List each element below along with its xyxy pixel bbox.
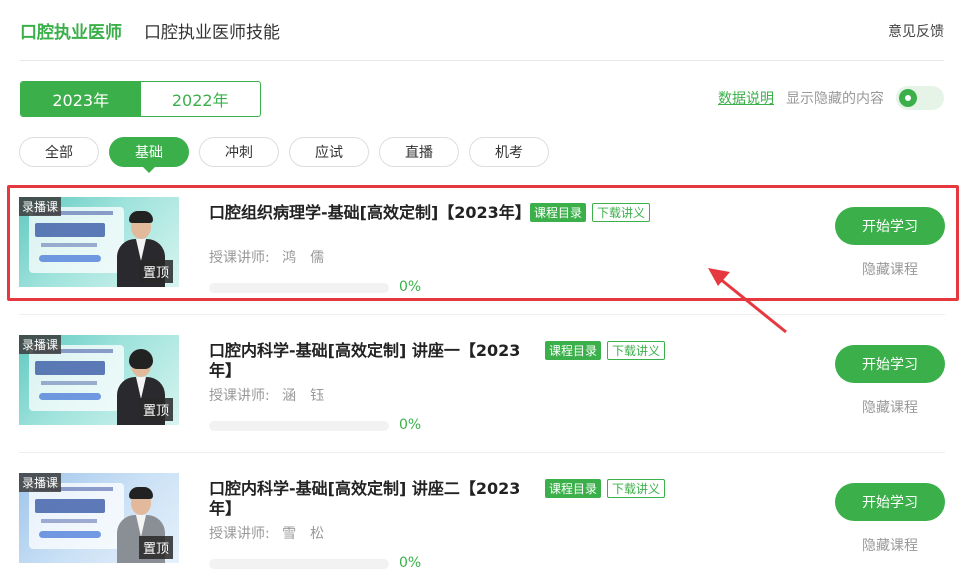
catalog-button[interactable]: 课程目录 [545,341,602,360]
filter-computer-exam[interactable]: 机考 [469,137,549,167]
course-item: 录播课 置顶 口腔组织病理学-基础[高效定制]【2023年】 课程目录 下载讲义… [19,197,945,295]
course-thumbnail[interactable]: 录播课 置顶 [19,197,179,287]
teacher-name: 雪 松 [282,526,325,542]
record-tag: 录播课 [19,197,62,216]
year-2022-button[interactable]: 2022年 [141,82,261,116]
catalog-button[interactable]: 课程目录 [545,479,602,498]
pinned-tag: 置顶 [138,536,173,559]
start-learning-button[interactable]: 开始学习 [835,345,945,383]
catalog-button[interactable]: 课程目录 [530,203,587,222]
teacher-info: 授课讲师: 涵 钰 [209,385,324,405]
year-2023-button[interactable]: 2023年 [21,82,141,116]
course-badges: 课程目录 下载讲义 [545,341,666,360]
course-title[interactable]: 口腔内科学-基础[高效定制] 讲座一【2023年】 [209,341,529,381]
course-thumbnail[interactable]: 录播课 置顶 [19,335,179,425]
course-title[interactable]: 口腔组织病理学-基础[高效定制]【2023年】 [209,203,531,223]
teacher-name: 涵 钰 [282,388,325,404]
progress-bar [209,559,389,569]
download-notes-button[interactable]: 下载讲义 [607,341,666,360]
show-hidden-toggle[interactable] [896,86,944,110]
progress-bar [209,421,389,431]
course-item: 录播课 置顶 口腔内科学-基础[高效定制] 讲座一【2023年】 课程目录 下载… [19,335,945,433]
course-title[interactable]: 口腔内科学-基础[高效定制] 讲座二【2023年】 [209,479,529,519]
progress-bar [209,283,389,293]
hide-course-button[interactable]: 隐藏课程 [835,397,945,417]
start-learning-button[interactable]: 开始学习 [835,207,945,245]
filter-exam[interactable]: 应试 [289,137,369,167]
hide-course-button[interactable]: 隐藏课程 [835,259,945,279]
progress-text: 0% [399,279,422,295]
filter-all[interactable]: 全部 [19,137,99,167]
teacher-prefix: 授课讲师: [209,250,270,266]
progress-text: 0% [399,555,422,571]
pinned-tag: 置顶 [138,260,173,283]
show-hidden-label: 显示隐藏的内容 [786,91,884,107]
year-switch: 2023年 2022年 [20,81,261,117]
teacher-info: 授课讲师: 鸿 儒 [209,247,324,267]
tab-oral-physician[interactable]: 口腔执业医师 [20,18,122,53]
download-notes-button[interactable]: 下载讲义 [592,203,651,222]
tab-oral-physician-skills[interactable]: 口腔执业医师技能 [144,18,280,53]
right-tools: 数据说明 显示隐藏的内容 [718,86,944,110]
pinned-tag: 置顶 [138,398,173,421]
course-thumbnail[interactable]: 录播课 置顶 [19,473,179,563]
filter-sprint[interactable]: 冲刺 [199,137,279,167]
course-item: 录播课 置顶 口腔内科学-基础[高效定制] 讲座二【2023年】 课程目录 下载… [19,473,945,571]
record-tag: 录播课 [19,335,62,354]
course-badges: 课程目录 下载讲义 [545,479,666,498]
record-tag: 录播课 [19,473,62,492]
filter-basic[interactable]: 基础 [109,137,189,173]
category-filters: 全部 基础 冲刺 应试 直播 机考 [19,137,549,173]
data-explanation-link[interactable]: 数据说明 [718,88,774,108]
download-notes-button[interactable]: 下载讲义 [607,479,666,498]
course-divider [19,314,945,315]
top-tabs: 口腔执业医师 口腔执业医师技能 [20,18,280,53]
feedback-link[interactable]: 意见反馈 [888,21,944,41]
course-badges: 课程目录 下载讲义 [530,203,651,222]
toggle-knob [899,89,917,107]
hide-course-button[interactable]: 隐藏课程 [835,535,945,555]
teacher-name: 鸿 儒 [282,250,325,266]
header-divider [20,60,944,61]
teacher-prefix: 授课讲师: [209,526,270,542]
teacher-prefix: 授课讲师: [209,388,270,404]
teacher-info: 授课讲师: 雪 松 [209,523,324,543]
course-divider [19,452,945,453]
filter-live[interactable]: 直播 [379,137,459,167]
progress-text: 0% [399,417,422,433]
start-learning-button[interactable]: 开始学习 [835,483,945,521]
